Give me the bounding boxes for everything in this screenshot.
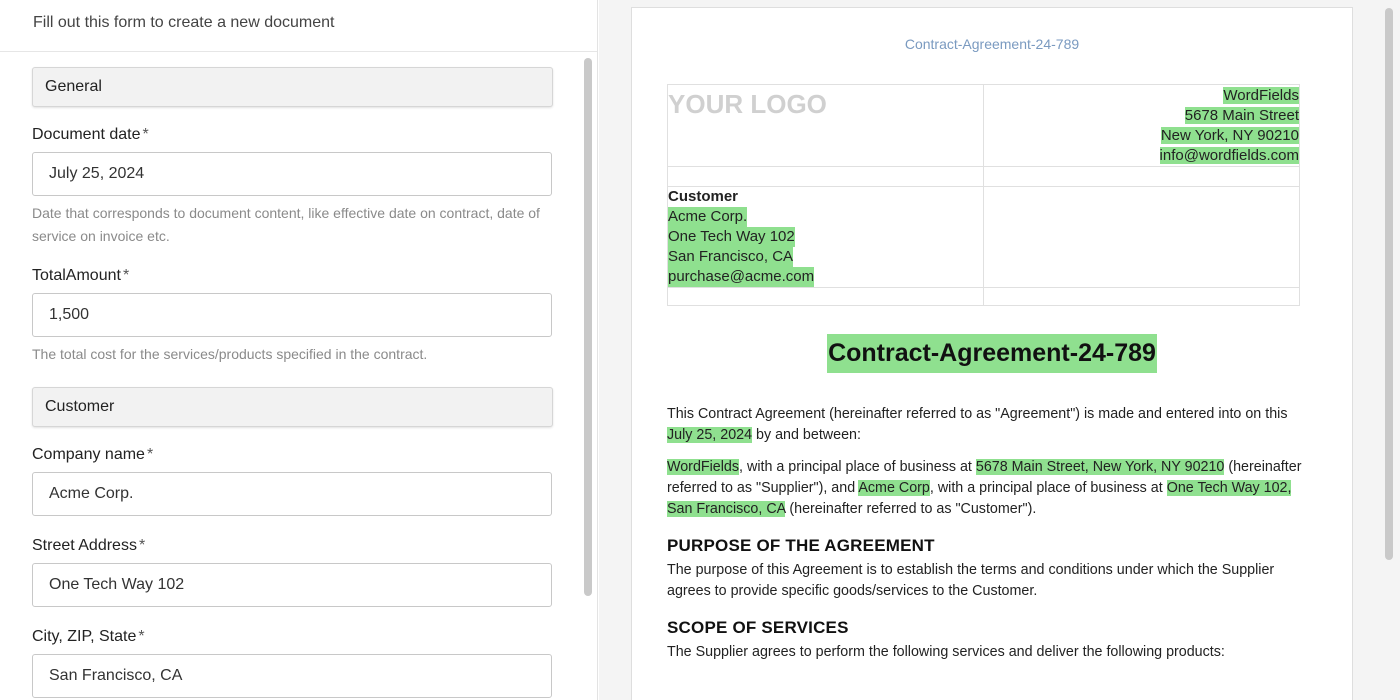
logo-placeholder: YOUR LOGO (668, 89, 827, 119)
customer-street: One Tech Way 102 (668, 227, 795, 247)
document-title-text: Contract-Agreement-24-789 (827, 334, 1157, 373)
street-address-label: Street Address * (32, 537, 146, 554)
company-name-label: Company name * (32, 446, 154, 463)
city-zip-state-input[interactable] (32, 654, 552, 698)
document-preview-pane: Contract-Agreement-24-789 YOUR LOGO Word… (599, 0, 1400, 700)
parties-customer-name: Acme Corp (858, 480, 930, 496)
scope-heading: SCOPE OF SERVICES (667, 618, 849, 637)
supplier-name: WordFields (1223, 87, 1299, 104)
customer-cell: Customer Acme Corp. One Tech Way 102 San… (667, 186, 984, 288)
supplier-city: New York, NY 90210 (1160, 127, 1299, 144)
customer-heading: Customer (668, 188, 739, 205)
intro-paragraph: This Contract Agreement (hereinafter ref… (667, 406, 1288, 443)
parties-supplier-name: WordFields (667, 459, 740, 475)
logo-cell: YOUR LOGO (667, 84, 984, 167)
form-pane: Fill out this form to create a new docum… (0, 0, 598, 700)
supplier-street: 5678 Main Street (1184, 107, 1299, 124)
intro-date: July 25, 2024 (667, 427, 753, 443)
street-address-input[interactable] (32, 563, 552, 607)
purpose-heading: PURPOSE OF THE AGREEMENT (667, 536, 935, 555)
section-customer[interactable]: Customer (32, 387, 553, 427)
document-title: Contract-Agreement-24-789 (632, 334, 1352, 373)
document-date-label: Document date * (32, 126, 149, 143)
customer-name: Acme Corp. (668, 207, 748, 227)
parties-paragraph: WordFields, with a principal place of bu… (667, 459, 1302, 517)
customer-city: San Francisco, CA (668, 247, 794, 267)
document-header-table: YOUR LOGO WordFields 5678 Main Street Ne… (667, 84, 1300, 306)
required-mark: * (138, 628, 145, 645)
purpose-text: The purpose of this Agreement is to esta… (667, 562, 1275, 599)
supplier-cell: WordFields 5678 Main Street New York, NY… (983, 84, 1300, 167)
form-header: Fill out this form to create a new docum… (0, 0, 597, 52)
city-zip-state-label: City, ZIP, State * (32, 628, 145, 645)
supplier-email: info@wordfields.com (1159, 147, 1299, 164)
document-header-title: Contract-Agreement-24-789 (904, 36, 1080, 52)
required-mark: * (146, 446, 154, 463)
total-amount-label: TotalAmount * (32, 267, 130, 284)
form-scrollbar[interactable] (584, 58, 592, 596)
required-mark: * (142, 126, 149, 143)
company-name-input[interactable] (32, 472, 552, 516)
preview-scrollbar[interactable] (1385, 8, 1393, 560)
required-mark: * (138, 537, 146, 554)
total-amount-hint: The total cost for the services/products… (32, 346, 428, 362)
customer-email: purchase@acme.com (668, 267, 815, 287)
form-body: General Document date* Date that corresp… (32, 52, 553, 698)
required-mark: * (122, 267, 130, 284)
scope-text: The Supplier agrees to perform the follo… (667, 644, 1225, 660)
document-date-input[interactable] (32, 152, 552, 196)
section-general[interactable]: General (32, 67, 553, 107)
document-date-hint: Date that corresponds to document conten… (32, 205, 540, 244)
document-page: Contract-Agreement-24-789 YOUR LOGO Word… (631, 7, 1353, 700)
parties-supplier-address: 5678 Main Street, New York, NY 90210 (975, 459, 1225, 475)
total-amount-input[interactable] (32, 293, 552, 337)
document-body: This Contract Agreement (hereinafter ref… (667, 404, 1307, 674)
